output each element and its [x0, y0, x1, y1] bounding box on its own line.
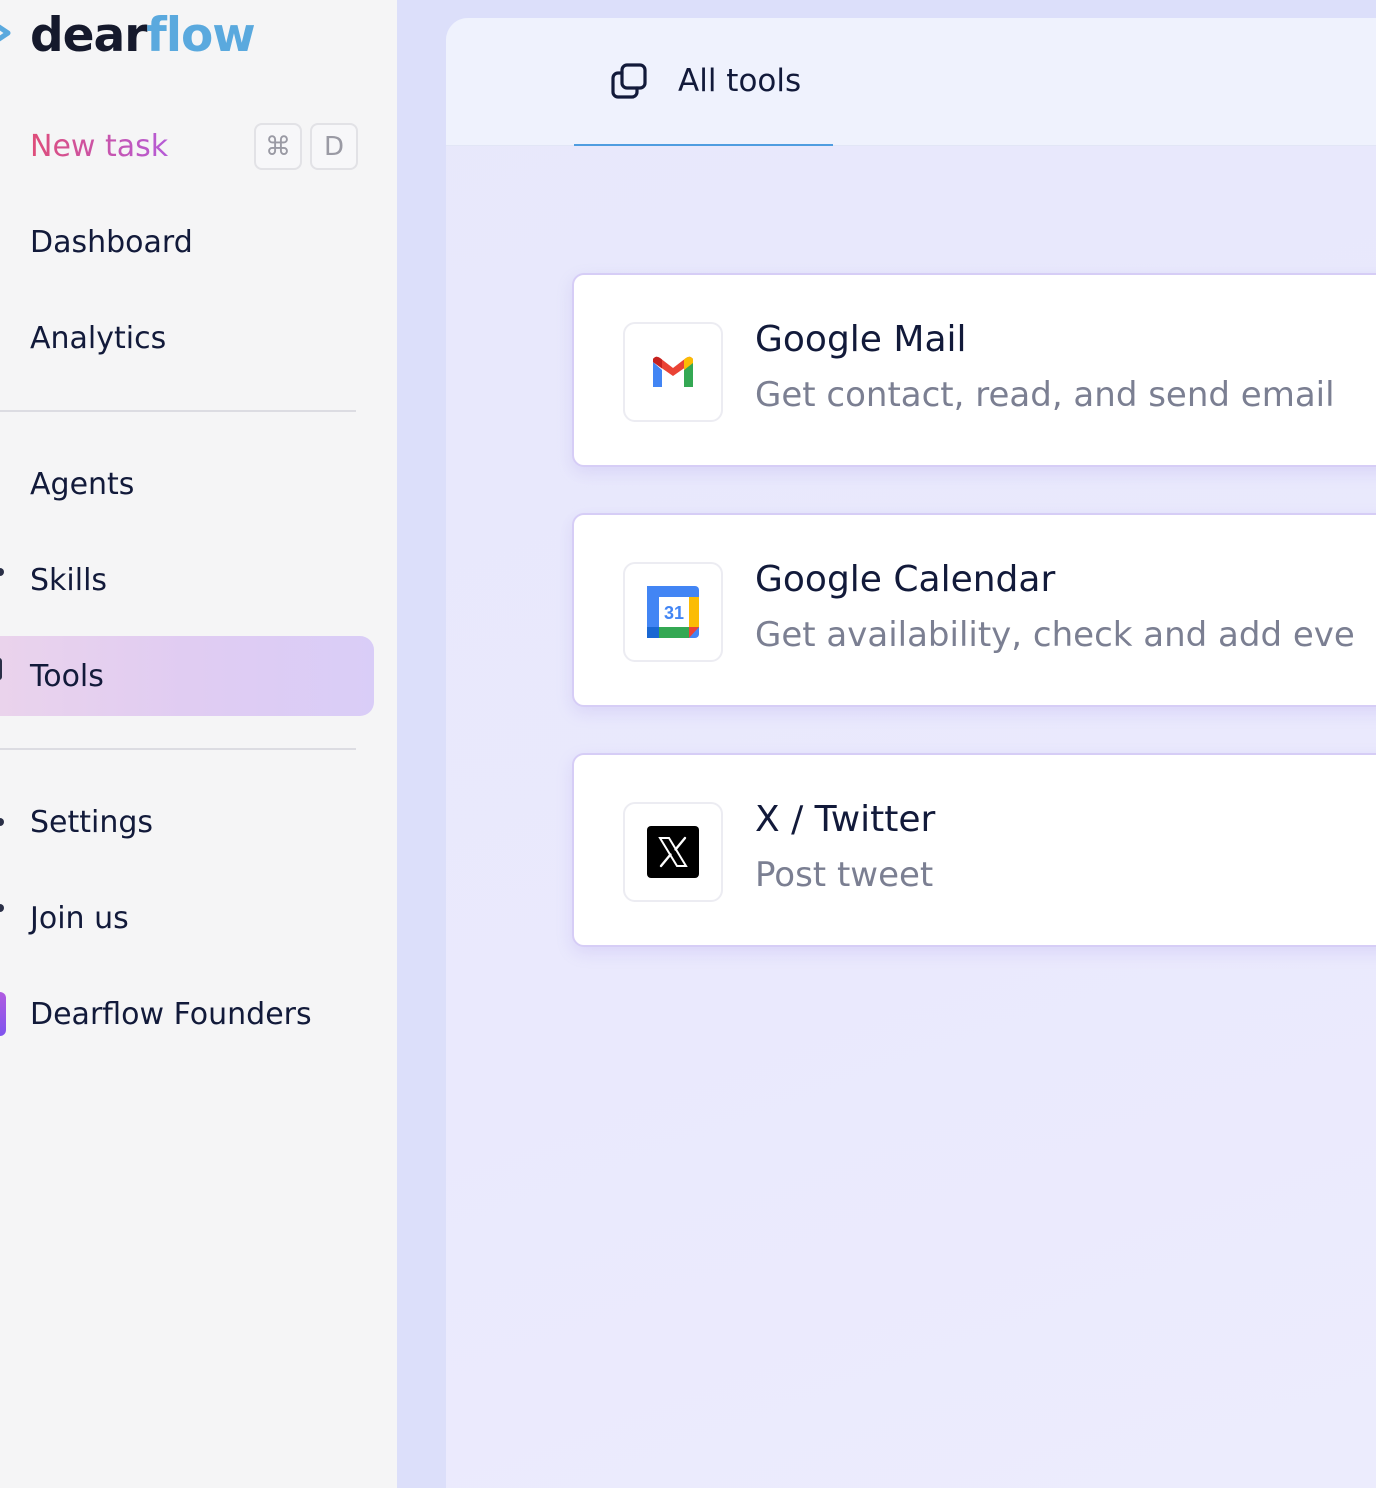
new-task-label: New task	[30, 128, 169, 164]
x-twitter-icon	[623, 802, 723, 902]
tools-icon	[0, 658, 2, 680]
tool-description: Post tweet	[755, 855, 934, 895]
sidebar-item-tools[interactable]: Tools	[0, 636, 374, 716]
sidebar-item-join-us[interactable]: Join us	[0, 878, 374, 958]
copy-icon	[611, 63, 647, 99]
sidebar-item-skills[interactable]: Skills	[0, 540, 374, 620]
founders-badge-icon	[0, 992, 6, 1036]
sidebar-divider	[0, 748, 356, 750]
sidebar-item-label: Join us	[30, 900, 129, 936]
brand-logo[interactable]: dearflow	[30, 4, 256, 68]
sidebar-item-label: Analytics	[30, 320, 167, 356]
sidebar-item-settings[interactable]: Settings	[0, 782, 374, 862]
sidebar-item-dashboard[interactable]: Dashboard	[0, 202, 374, 282]
sidebar-item-agents[interactable]: Agents	[0, 444, 374, 524]
tool-card-x-twitter[interactable]: X / Twitter Post tweet	[572, 753, 1376, 947]
main-panel: All tools Google Mail Get contact, read,…	[446, 18, 1376, 1488]
sidebar-item-label: Dashboard	[30, 224, 193, 260]
sidebar-divider	[0, 410, 356, 412]
sidebar-item-analytics[interactable]: Analytics	[0, 298, 374, 378]
gmail-icon	[623, 322, 723, 422]
tool-title: X / Twitter	[755, 799, 936, 840]
brand-logo-part1: dear	[30, 8, 147, 63]
app-window: dearflow New task ⌘ D Dashboard Analytic…	[0, 0, 1376, 1488]
tab-all-tools[interactable]: All tools	[574, 18, 833, 146]
tool-card-google-calendar[interactable]: 31 Google Calendar Get availability, che…	[572, 513, 1376, 707]
shortcut-cmd-key: ⌘	[254, 123, 302, 170]
sidebar: dearflow New task ⌘ D Dashboard Analytic…	[0, 0, 397, 1488]
shortcut-d-key: D	[310, 123, 358, 170]
logo-mark-icon	[0, 24, 11, 42]
sidebar-item-label: Skills	[30, 562, 108, 598]
google-calendar-icon: 31	[623, 562, 723, 662]
sidebar-item-label: Settings	[30, 804, 154, 840]
brand-logo-part2: flow	[146, 8, 255, 63]
calendar-day-number: 31	[664, 603, 684, 623]
tab-label: All tools	[678, 63, 802, 99]
tool-title: Google Mail	[755, 319, 967, 360]
tool-card-google-mail[interactable]: Google Mail Get contact, read, and send …	[572, 273, 1376, 467]
sidebar-item-label: Dearflow Founders	[30, 996, 312, 1032]
tool-title: Google Calendar	[755, 559, 1056, 600]
tool-description: Get contact, read, and send email	[755, 375, 1335, 415]
tool-description: Get availability, check and add eve	[755, 615, 1355, 655]
tab-bar: All tools	[446, 18, 1376, 146]
sidebar-item-label: Agents	[30, 466, 135, 502]
sidebar-item-dearflow-founders[interactable]: Dearflow Founders	[0, 974, 374, 1054]
sidebar-item-label: Tools	[30, 658, 104, 694]
